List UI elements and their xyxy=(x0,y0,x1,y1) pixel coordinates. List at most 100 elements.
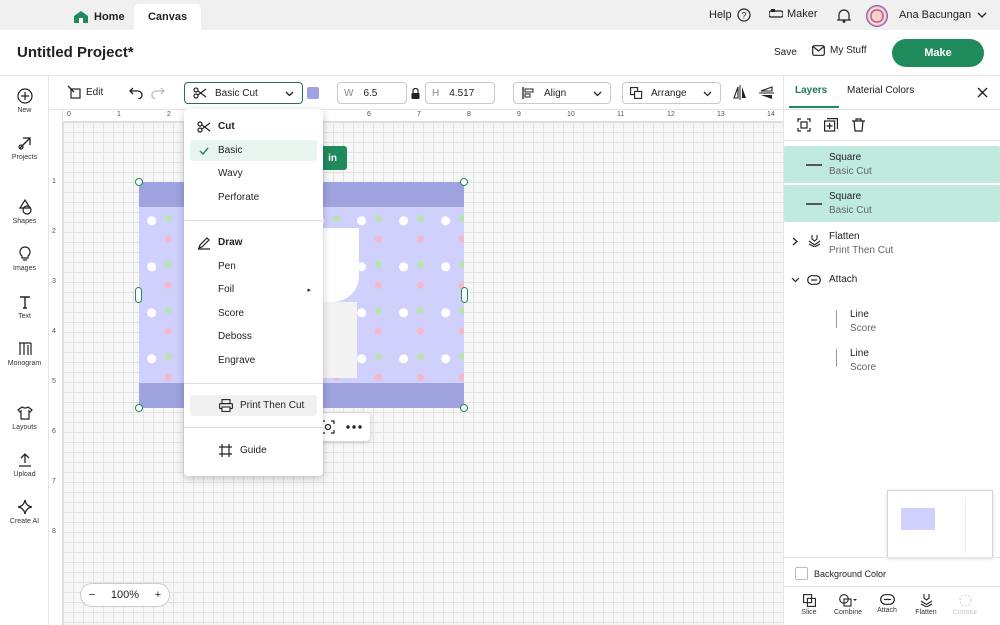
attach-icon xyxy=(879,594,895,605)
focus-icon[interactable] xyxy=(321,420,335,434)
arrange-dropdown[interactable]: Arrange xyxy=(622,82,721,104)
avatar[interactable] xyxy=(866,5,888,27)
save-button[interactable]: Save xyxy=(774,47,797,58)
tab-home[interactable]: Home xyxy=(60,4,139,30)
tab-material-colors[interactable]: Material Colors xyxy=(847,85,914,96)
project-title[interactable]: Untitled Project* xyxy=(17,44,134,61)
resize-handle[interactable] xyxy=(460,178,468,186)
layer-row[interactable]: Square Basic Cut xyxy=(784,185,1000,222)
divider xyxy=(784,140,1000,141)
tab-canvas[interactable]: Canvas xyxy=(134,4,201,30)
rail-text[interactable]: Text xyxy=(0,294,49,320)
user-menu[interactable]: Ana Bacungan xyxy=(899,9,987,21)
rail-create-ai[interactable]: Create AI xyxy=(0,499,49,525)
menu-item-basic[interactable]: Basic xyxy=(190,140,317,161)
width-field[interactable]: W 6.5 xyxy=(337,82,407,104)
contour-icon xyxy=(958,594,972,607)
menu-item-foil[interactable]: Foil ▸ xyxy=(190,279,317,300)
divider xyxy=(784,109,1000,110)
trash-icon[interactable] xyxy=(852,118,865,132)
combine-icon xyxy=(839,594,857,607)
flip-vertical-icon[interactable] xyxy=(759,86,774,100)
machine-label: Maker xyxy=(787,8,818,20)
left-rail: New Projects Shapes Images Text Monogram… xyxy=(0,76,49,625)
upload-icon xyxy=(17,452,33,468)
lock-icon[interactable] xyxy=(411,88,420,99)
rail-shapes[interactable]: Shapes xyxy=(0,199,49,225)
rail-upload[interactable]: Upload xyxy=(0,452,49,478)
edit-button[interactable]: Edit xyxy=(67,85,103,99)
slice-button[interactable]: Slice xyxy=(790,594,828,616)
group-icon[interactable] xyxy=(797,118,811,132)
ruler-left: 1 2 3 4 5 6 7 8 xyxy=(49,110,63,625)
resize-handle[interactable] xyxy=(461,287,468,303)
menu-item-guide[interactable]: Guide xyxy=(190,440,317,461)
zoom-in-button[interactable]: + xyxy=(155,589,161,601)
background-color-checkbox[interactable] xyxy=(795,567,808,580)
top-bar: Home Canvas Help ? Maker Ana Bacungan xyxy=(0,0,1000,30)
rail-layouts[interactable]: Layouts xyxy=(0,405,49,431)
layer-row-flatten[interactable]: Flatten Print Then Cut xyxy=(784,225,1000,262)
tab-layers[interactable]: Layers xyxy=(795,85,827,96)
menu-divider xyxy=(184,427,323,428)
chevron-right-icon[interactable] xyxy=(792,237,798,246)
rail-monogram[interactable]: Monogram xyxy=(0,341,49,367)
resize-handle[interactable] xyxy=(135,404,143,412)
close-icon[interactable] xyxy=(977,87,988,98)
zoom-control: − 100% + xyxy=(80,583,170,607)
flatten-button[interactable]: Flatten xyxy=(907,594,945,616)
rail-images-label: Images xyxy=(13,265,36,272)
my-stuff-button[interactable]: My Stuff xyxy=(812,45,867,56)
home-icon xyxy=(74,11,88,23)
height-field[interactable]: H 4.517 xyxy=(425,82,495,104)
combine-button[interactable]: Combine xyxy=(829,594,867,616)
color-swatch[interactable] xyxy=(307,87,319,99)
minimap-thumbnail[interactable] xyxy=(887,490,993,558)
layer-operation: Basic Cut xyxy=(829,205,872,216)
menu-item-perforate[interactable]: Perforate xyxy=(190,187,317,208)
menu-item-wavy[interactable]: Wavy xyxy=(190,163,317,184)
zoom-out-button[interactable]: − xyxy=(89,589,95,601)
attach-button[interactable]: Attach xyxy=(868,594,906,614)
operation-dropdown[interactable]: Basic Cut xyxy=(184,82,303,104)
chevron-down-icon[interactable] xyxy=(791,277,800,283)
make-button[interactable]: Make xyxy=(892,39,984,67)
layer-row-line[interactable]: Line Score xyxy=(784,303,1000,340)
menu-item-print-then-cut[interactable]: Print Then Cut xyxy=(190,395,317,416)
layer-operation: Print Then Cut xyxy=(829,245,894,256)
rail-projects[interactable]: Projects xyxy=(0,135,49,161)
operation-menu: Cut Basic Wavy Perforate Draw Pen Foil ▸… xyxy=(184,109,323,476)
tab-home-label: Home xyxy=(94,11,125,23)
resize-handle[interactable] xyxy=(135,287,142,303)
resize-handle[interactable] xyxy=(135,178,143,186)
contour-button[interactable]: Contour xyxy=(946,594,984,616)
chevron-down-icon xyxy=(703,91,712,97)
layer-row-line[interactable]: Line Score xyxy=(784,342,1000,379)
redo-icon[interactable] xyxy=(151,87,165,99)
align-dropdown[interactable]: Align xyxy=(513,82,611,104)
menu-item-score[interactable]: Score xyxy=(190,303,317,324)
layer-name: Square xyxy=(829,191,862,202)
layer-row-attach[interactable]: Attach xyxy=(784,268,1000,293)
more-options-icon[interactable] xyxy=(346,425,362,429)
help-button[interactable]: Help ? xyxy=(709,8,751,22)
flip-horizontal-icon[interactable] xyxy=(733,85,747,100)
rail-images[interactable]: Images xyxy=(0,246,49,272)
layer-row[interactable]: Square Basic Cut xyxy=(784,146,1000,183)
bell-icon[interactable] xyxy=(837,8,851,23)
machine-selector[interactable]: Maker xyxy=(769,8,818,20)
undo-icon[interactable] xyxy=(129,87,143,99)
menu-item-deboss[interactable]: Deboss xyxy=(190,326,317,347)
rail-new[interactable]: New xyxy=(0,88,49,114)
design-canvas[interactable]: 01234567891011121314 12345678 in − 100% … xyxy=(49,110,783,625)
resize-handle[interactable] xyxy=(460,404,468,412)
checkmark-icon xyxy=(199,147,209,155)
menu-item-pen[interactable]: Pen xyxy=(190,256,317,277)
menu-basic-label: Basic xyxy=(218,145,243,156)
duplicate-icon[interactable] xyxy=(824,118,838,132)
ruler-left-number: 8 xyxy=(52,528,56,535)
shapes-icon xyxy=(17,199,33,215)
menu-print-then-cut-label: Print Then Cut xyxy=(240,400,305,411)
help-label: Help xyxy=(709,9,732,21)
menu-item-engrave[interactable]: Engrave xyxy=(190,350,317,371)
